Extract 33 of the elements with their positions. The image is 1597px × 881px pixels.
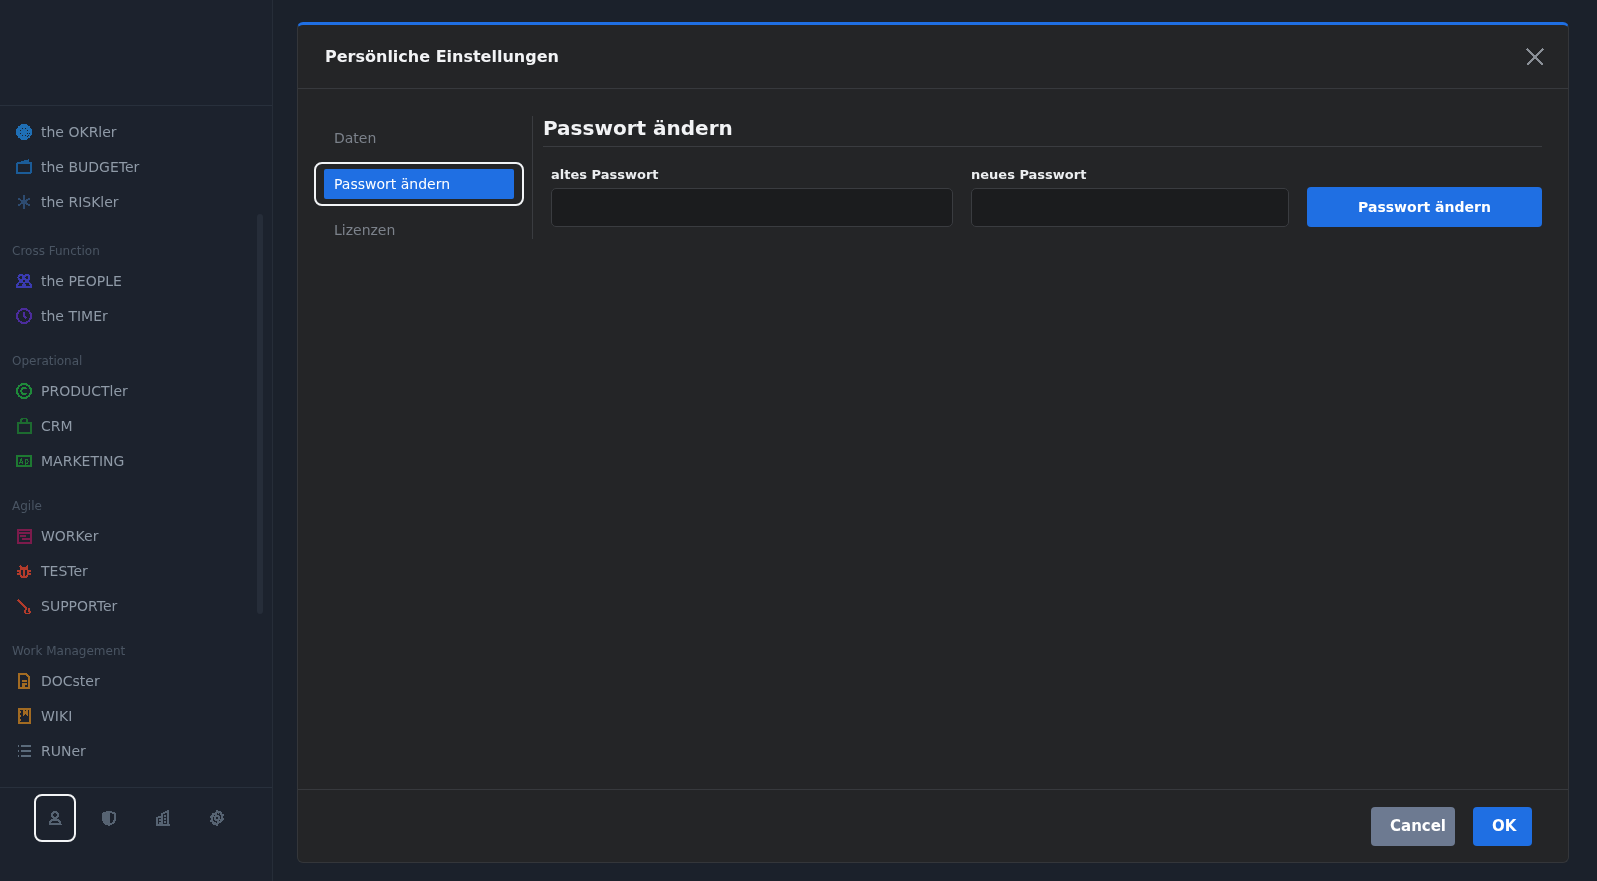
sidebar-item[interactable]: PRODUCTler (0, 373, 272, 408)
sidebar-item[interactable]: the RISKler (0, 184, 272, 219)
sidebar-item[interactable]: CRM (0, 408, 272, 443)
sidebar-item[interactable]: WORKer (0, 518, 272, 553)
sidebar-item[interactable]: DOCster (0, 663, 272, 698)
building-icon (155, 810, 171, 826)
sidebar-item[interactable]: the OKRler (0, 114, 272, 149)
tab[interactable]: Daten (324, 123, 514, 153)
tab[interactable]: Passwort ändern (324, 169, 514, 199)
sidebar-item[interactable]: WIKI (0, 698, 272, 733)
sidebar-item[interactable]: the TIMEr (0, 298, 272, 333)
close-button[interactable] (1524, 45, 1546, 68)
change-password-button[interactable]: Passwort ändern (1307, 187, 1542, 227)
section-heading: Passwort ändern (543, 116, 1542, 147)
field-label: neues Passwort (971, 167, 1088, 182)
field-label: altes Passwort (551, 167, 660, 182)
tab[interactable]: Lizenzen (324, 215, 514, 245)
shield-icon (101, 810, 117, 826)
sidebar-item[interactable]: the BUDGETer (0, 149, 272, 184)
sidebar-item[interactable]: RUNer (0, 733, 272, 768)
toolbar-button[interactable] (34, 794, 76, 842)
close-icon (1526, 47, 1544, 66)
ok-button[interactable]: OK (1473, 806, 1532, 846)
sidebar-item[interactable]: the PEOPLE (0, 263, 272, 298)
sidebar-item[interactable]: SUPPORTer (0, 588, 272, 623)
password-field[interactable] (971, 188, 1289, 227)
dialog-title: Persönliche Einstellungen (325, 47, 559, 66)
sidebar-item[interactable]: MARKETING (0, 443, 272, 478)
cancel-button[interactable]: Cancel (1371, 806, 1455, 846)
user-icon (47, 810, 63, 826)
password-field[interactable] (551, 188, 953, 227)
sidebar-item[interactable]: TESTer (0, 553, 272, 588)
settings-icon (209, 810, 225, 826)
